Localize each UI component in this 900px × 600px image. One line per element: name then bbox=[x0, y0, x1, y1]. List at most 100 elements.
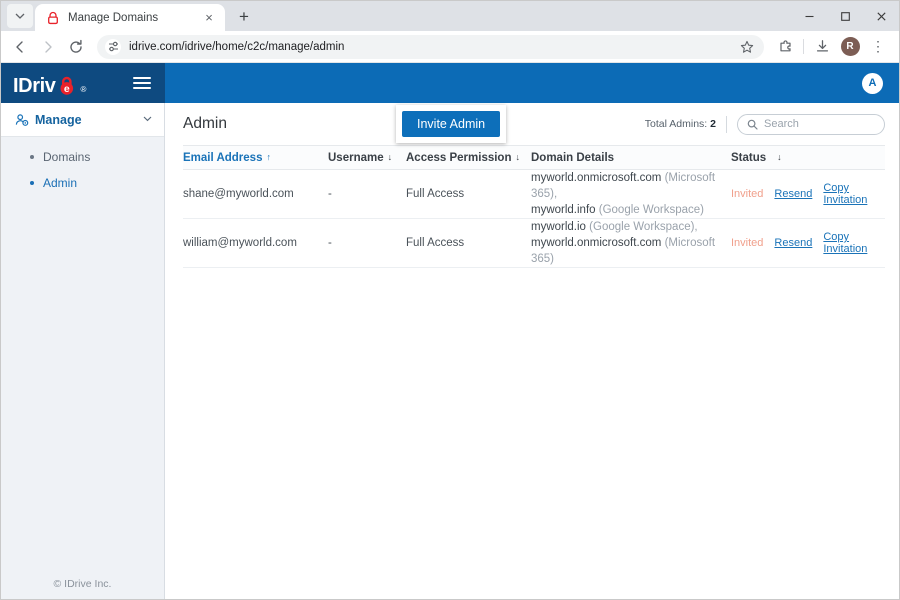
invite-admin-button[interactable]: Invite Admin bbox=[402, 111, 501, 137]
sidebar-footer: © IDrive Inc. bbox=[53, 578, 112, 590]
profile-avatar[interactable]: R bbox=[837, 34, 863, 60]
cell-username: - bbox=[328, 188, 332, 200]
cell-status: Invited Resend Copy Invitation bbox=[731, 182, 885, 206]
profile-initial: R bbox=[840, 37, 860, 56]
star-icon[interactable] bbox=[736, 36, 758, 58]
search-input[interactable]: Search bbox=[737, 113, 885, 135]
domain-entry: myworld.io (Google Workspace), bbox=[531, 219, 731, 235]
domain-entry: myworld.onmicrosoft.com (Microsoft 365), bbox=[531, 170, 731, 202]
page-title: Admin bbox=[183, 115, 227, 132]
divider bbox=[726, 115, 727, 133]
copy-invitation-link[interactable]: Copy Invitation bbox=[823, 182, 885, 206]
main-content: Admin Invite Admin Total Admins: 2 Searc… bbox=[165, 103, 899, 599]
domain-name: myworld.io bbox=[531, 221, 586, 233]
column-label: Access Permission bbox=[406, 151, 512, 164]
sort-desc-icon: ↓ bbox=[777, 152, 782, 162]
user-avatar[interactable]: A bbox=[862, 72, 883, 94]
domain-name: myworld.onmicrosoft.com bbox=[531, 237, 662, 249]
sort-desc-icon: ↓ bbox=[515, 152, 520, 162]
column-header-domain-details[interactable]: Domain Details bbox=[531, 152, 731, 164]
total-admins-value: 2 bbox=[710, 118, 716, 130]
cell-permission: Full Access bbox=[406, 237, 465, 249]
arrow-right-icon bbox=[45, 40, 52, 53]
resend-link[interactable]: Resend bbox=[774, 188, 812, 200]
lock-icon bbox=[48, 11, 58, 24]
domain-name: myworld.info bbox=[531, 204, 596, 216]
column-label: Email Address bbox=[183, 151, 263, 164]
reload-button[interactable] bbox=[63, 34, 89, 60]
search-placeholder: Search bbox=[764, 118, 799, 130]
table-row[interactable]: william@myworld.com - Full Access myworl… bbox=[183, 219, 885, 268]
new-tab-button[interactable]: + bbox=[231, 3, 257, 29]
sidebar-item-admin[interactable]: Admin bbox=[1, 170, 164, 196]
tab-strip: Manage Domains × + bbox=[1, 1, 899, 31]
column-label: Domain Details bbox=[531, 151, 615, 164]
tab-title: Manage Domains bbox=[68, 11, 159, 24]
forward-button[interactable] bbox=[35, 34, 61, 60]
sidebar-section-manage[interactable]: Manage bbox=[1, 103, 164, 137]
tab-search-button[interactable] bbox=[7, 4, 33, 28]
column-header-access-permission[interactable]: Access Permission ↓ bbox=[406, 152, 531, 164]
sidebar: Manage Domains Admin © IDrive Inc. bbox=[1, 103, 165, 599]
browser-window: Manage Domains × + idrive.com/idrive/hom… bbox=[0, 0, 900, 600]
download-icon[interactable] bbox=[809, 34, 835, 60]
invite-admin-highlight: Invite Admin bbox=[396, 105, 507, 143]
extensions-icon[interactable] bbox=[772, 34, 798, 60]
browser-tab[interactable]: Manage Domains × bbox=[35, 4, 225, 31]
back-button[interactable] bbox=[7, 34, 33, 60]
status-badge: Invited bbox=[731, 188, 764, 200]
copy-invitation-link[interactable]: Copy Invitation bbox=[823, 231, 885, 255]
column-header-status[interactable]: Status ↓ bbox=[731, 152, 885, 164]
sidebar-nav: Domains Admin bbox=[1, 137, 164, 196]
status-badge: Invited bbox=[731, 237, 764, 249]
total-admins-label: Total Admins: bbox=[644, 118, 708, 130]
minimize-button[interactable] bbox=[791, 1, 827, 31]
window-controls bbox=[791, 1, 899, 31]
domain-name: myworld.onmicrosoft.com bbox=[531, 172, 662, 184]
sort-asc-icon: ↑ bbox=[266, 152, 271, 162]
header-right-group: Total Admins: 2 Search bbox=[645, 113, 885, 135]
sidebar-item-domains[interactable]: Domains bbox=[1, 144, 164, 170]
app-header: IDriv e ® A bbox=[1, 63, 899, 103]
hamburger-icon[interactable] bbox=[133, 77, 151, 89]
content-header: Admin Invite Admin Total Admins: 2 Searc… bbox=[165, 103, 899, 145]
users-gear-icon bbox=[15, 113, 29, 127]
column-header-email-address[interactable]: Email Address ↑ bbox=[183, 152, 328, 164]
domain-provider: (Google Workspace) bbox=[598, 204, 705, 216]
chrome-menu-button[interactable]: ⋮ bbox=[865, 34, 891, 60]
domain-entry: myworld.onmicrosoft.com (Microsoft 365) bbox=[531, 235, 731, 267]
header-bar: A bbox=[165, 63, 899, 103]
domain-entry: myworld.info (Google Workspace) bbox=[531, 202, 731, 218]
page-body: Manage Domains Admin © IDrive Inc. Admin… bbox=[1, 103, 899, 599]
column-header-username[interactable]: Username ↓ bbox=[328, 152, 406, 164]
cell-domains: myworld.onmicrosoft.com (Microsoft 365),… bbox=[531, 170, 731, 218]
close-icon bbox=[876, 11, 886, 21]
address-bar[interactable]: idrive.com/idrive/home/c2c/manage/admin bbox=[97, 34, 764, 59]
maximize-button[interactable] bbox=[827, 1, 863, 31]
minimize-icon bbox=[805, 15, 813, 17]
table-header-row: Email Address ↑ Username ↓ Access Permis… bbox=[183, 145, 885, 170]
cell-permission: Full Access bbox=[406, 188, 465, 200]
idrive-logo[interactable]: IDriv e ® bbox=[13, 70, 86, 96]
column-label: Status bbox=[731, 151, 767, 164]
search-icon bbox=[747, 119, 758, 130]
sidebar-item-label: Admin bbox=[43, 176, 78, 190]
url-text: idrive.com/idrive/home/c2c/manage/admin bbox=[129, 40, 345, 53]
cell-domains: myworld.io (Google Workspace), myworld.o… bbox=[531, 219, 731, 267]
sidebar-section-label: Manage bbox=[35, 112, 82, 127]
total-admins: Total Admins: 2 bbox=[645, 118, 716, 130]
chevron-down-icon[interactable] bbox=[142, 113, 153, 127]
cell-email: william@myworld.com bbox=[183, 237, 297, 249]
close-button[interactable] bbox=[863, 1, 899, 31]
toolbar-divider bbox=[803, 39, 804, 54]
svg-text:e: e bbox=[64, 83, 70, 95]
domain-provider: (Google Workspace), bbox=[589, 221, 698, 233]
sidebar-item-label: Domains bbox=[43, 150, 91, 164]
resend-link[interactable]: Resend bbox=[774, 237, 812, 249]
cell-username: - bbox=[328, 237, 332, 249]
tab-close-button[interactable]: × bbox=[201, 10, 217, 26]
tune-icon[interactable] bbox=[105, 38, 121, 55]
logo-lock-e-icon: e bbox=[56, 70, 78, 95]
sort-desc-icon: ↓ bbox=[387, 152, 393, 162]
table-row[interactable]: shane@myworld.com - Full Access myworld.… bbox=[183, 170, 885, 219]
